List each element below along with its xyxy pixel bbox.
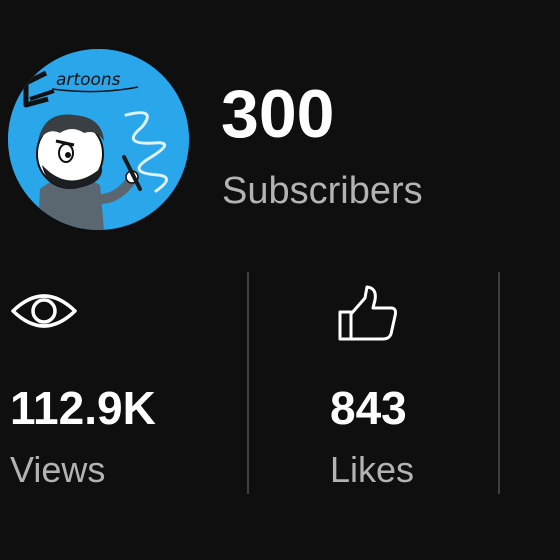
channel-avatar[interactable]: artoons [8,49,189,230]
likes-count: 843 [330,382,407,434]
views-label: Views [10,449,106,490]
subscriber-label: Subscribers [222,170,423,212]
avatar-logo-text: artoons [56,70,121,90]
eye-icon [10,289,78,338]
views-count: 112.9K [10,382,156,434]
stat-divider [498,272,500,494]
cartoon-avatar-illustration: artoons [8,49,189,230]
likes-label: Likes [330,449,415,490]
subscriber-count: 300 [221,76,335,152]
stat-divider [247,272,249,494]
thumbs-up-icon[interactable] [337,284,399,347]
